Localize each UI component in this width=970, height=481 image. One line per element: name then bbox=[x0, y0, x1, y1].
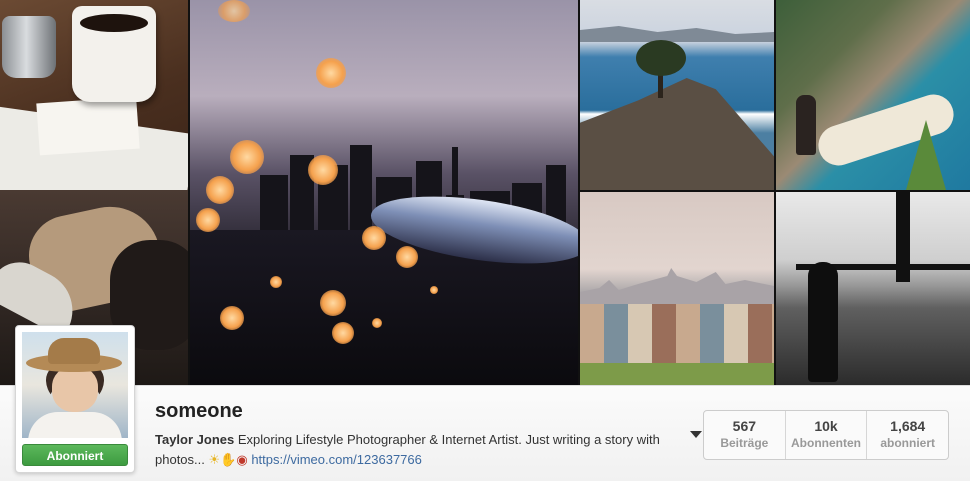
stats-box: 567 Beiträge 10k Abonnenten 1,684 abonni… bbox=[703, 410, 949, 460]
stat-following-value: 1,684 bbox=[890, 418, 926, 434]
bio: Taylor Jones Exploring Lifestyle Photogr… bbox=[155, 430, 675, 470]
bokeh-light bbox=[218, 0, 250, 22]
painted-ladies-photo[interactable] bbox=[580, 192, 774, 385]
bokeh-light bbox=[320, 290, 346, 316]
hills bbox=[580, 26, 774, 42]
cliff-beach-photo[interactable] bbox=[776, 0, 970, 190]
bokeh-light bbox=[220, 306, 244, 330]
camera-emoji-icon: ◉ bbox=[236, 452, 248, 467]
napkin bbox=[36, 96, 140, 156]
stat-posts-value: 567 bbox=[732, 418, 757, 434]
sun-emoji-icon: ☀ bbox=[208, 452, 221, 467]
options-dropdown-caret-icon[interactable] bbox=[690, 431, 702, 438]
avatar-face bbox=[52, 366, 98, 412]
stat-following[interactable]: 1,684 abonniert bbox=[866, 411, 948, 459]
bokeh-light bbox=[362, 226, 386, 250]
lawn bbox=[580, 363, 774, 385]
metal-cup bbox=[2, 16, 56, 78]
hand-emoji-icon: ✋ bbox=[220, 452, 237, 467]
bokeh-light bbox=[308, 155, 338, 185]
coffee-photo[interactable] bbox=[0, 0, 188, 190]
person bbox=[796, 95, 816, 155]
bokeh-light bbox=[196, 208, 220, 232]
stat-followers[interactable]: 10k Abonnenten bbox=[784, 411, 867, 459]
coffee-cup bbox=[72, 6, 156, 102]
bokeh-light bbox=[230, 140, 264, 174]
bokeh-light bbox=[430, 286, 438, 294]
bokeh-light bbox=[270, 276, 282, 288]
golden-gate-bw-photo[interactable] bbox=[776, 192, 970, 385]
bokeh-light bbox=[372, 318, 382, 328]
city-night-photo[interactable] bbox=[190, 0, 578, 385]
photographer-silhouette bbox=[808, 262, 838, 382]
city-skyline bbox=[580, 268, 774, 308]
bokeh-light bbox=[206, 176, 234, 204]
username: someone bbox=[155, 400, 243, 422]
stat-posts-label: Beiträge bbox=[720, 436, 769, 450]
stat-posts[interactable]: 567 Beiträge bbox=[704, 411, 785, 459]
houses-row bbox=[580, 304, 774, 364]
bokeh-light bbox=[396, 246, 418, 268]
photo-mosaic bbox=[0, 0, 970, 385]
bokeh-light bbox=[332, 322, 354, 344]
avatar-shirt bbox=[28, 412, 122, 438]
cypress-tree bbox=[636, 40, 686, 76]
avatar-hat-top bbox=[48, 338, 100, 364]
stat-followers-value: 10k bbox=[814, 418, 838, 434]
website-link[interactable]: https://vimeo.com/123637766 bbox=[251, 452, 422, 467]
avatar[interactable] bbox=[22, 332, 128, 438]
rock bbox=[580, 78, 774, 190]
stat-following-label: abonniert bbox=[880, 436, 936, 450]
avatar-card: Abonniert bbox=[15, 325, 135, 473]
stat-followers-label: Abonnenten bbox=[791, 436, 861, 450]
follow-button[interactable]: Abonniert bbox=[22, 444, 128, 466]
coast-cypress-photo[interactable] bbox=[580, 0, 774, 190]
bokeh-light bbox=[316, 58, 346, 88]
full-name: Taylor Jones bbox=[155, 432, 235, 447]
